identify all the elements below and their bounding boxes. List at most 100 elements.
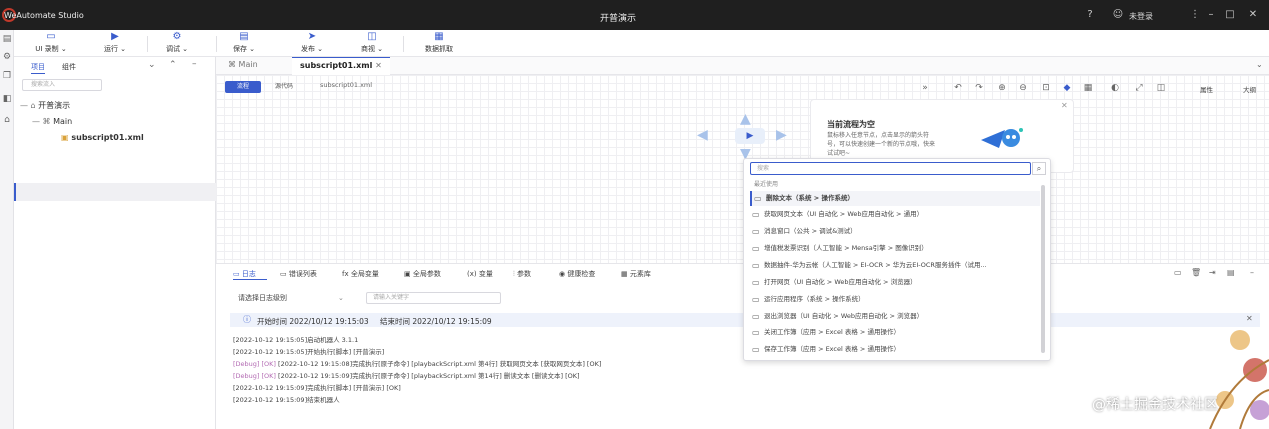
log-text: [2022-10-12 19:15:08]完成执行[原子命令] [playbac… <box>275 360 602 368</box>
log-level-select[interactable]: 请选择日志级别 ⌄ <box>233 291 353 305</box>
data-scrape-label: 数据抓取 <box>425 45 453 53</box>
tree-root-label: 开普演示 <box>38 101 71 110</box>
activity-icon: ▭ <box>752 312 760 321</box>
arrow-up-icon[interactable]: ▲ <box>740 111 751 127</box>
tab-component[interactable]: 组件 <box>62 62 76 72</box>
grid-icon[interactable]: ▦ <box>1082 82 1094 94</box>
start-node[interactable]: ▶ <box>735 128 765 144</box>
minimize-panel-icon[interactable]: – <box>192 59 197 69</box>
activity-item[interactable]: ▭ 运行应用程序（系统 > 操作系统） <box>750 292 1040 307</box>
maximize-icon[interactable]: □ <box>1224 9 1236 21</box>
activity-item[interactable]: ▭ 打开网页（UI 自动化 > Web应用自动化 > 浏览器） <box>750 275 1040 290</box>
activity-label: 获取网页文本（UI 自动化 > Web应用自动化 > 通用） <box>764 210 924 218</box>
tab-main[interactable]: ⌘ Main <box>228 60 258 69</box>
location-icon[interactable]: ◆ <box>1061 82 1073 94</box>
fit-icon[interactable]: ⊡ <box>1040 82 1052 94</box>
user-icon[interactable]: ☺ <box>1112 9 1124 21</box>
view-button[interactable]: ◫ 商视 ⌄ <box>357 30 387 57</box>
outline-tab[interactable]: 大纲 <box>1243 84 1256 94</box>
activity-item[interactable]: ▭ 保存工作簿（应用 > Excel 表格 > 通用操作） <box>750 342 1040 357</box>
collapse-icon[interactable]: — <box>32 117 40 126</box>
tab-params[interactable]: ⫶ 参数 <box>513 269 531 279</box>
project-icon[interactable]: ▤ <box>1 33 13 45</box>
dropdown-scrollbar[interactable] <box>1041 185 1045 353</box>
title-bar: WeAutomate Studio 开普演示 ? ☺ 未登录 ⋮ – □ ✕ <box>0 0 1269 30</box>
tab-global-params-label: 全局参数 <box>412 270 441 278</box>
run-button[interactable]: ▶ 运行 ⌄ <box>100 30 130 57</box>
collapse-icon[interactable]: — <box>20 101 28 110</box>
search-icon[interactable]: ⌕ <box>1032 162 1046 175</box>
activity-item[interactable]: ▭ 消息窗口（公共 > 调试&测试） <box>750 224 1040 239</box>
activity-item[interactable]: ▭ 退出浏览器（UI 自动化 > Web应用自动化 > 浏览器） <box>750 309 1040 324</box>
log-line: [2022-10-12 19:15:05]开始执行[脚本] [开普演示] <box>233 346 384 356</box>
open-folder-icon[interactable]: ▭ <box>1174 268 1182 277</box>
clear-log-icon[interactable]: 🗑 <box>1191 268 1201 277</box>
tab-global-variables[interactable]: fx 全局变量 <box>342 269 379 279</box>
tab-element-library[interactable]: ▦ 元素库 <box>621 269 651 279</box>
log-text: [2022-10-12 19:15:09]完成执行[脚本] [开普演示] [OK… <box>233 384 401 392</box>
redo-icon[interactable]: ↷ <box>973 82 985 94</box>
panel-minimize-icon[interactable]: – <box>1250 268 1254 277</box>
help-icon[interactable]: ? <box>1084 9 1096 21</box>
tree-root[interactable]: — ⌂ 开普演示 <box>20 100 70 111</box>
fullscreen-icon[interactable]: ⤢ <box>1133 82 1145 94</box>
activity-item[interactable]: ▭ 数据抽件-华为云帐（人工智能 > EI-OCR > 华为云EI-OCR服务插件… <box>750 258 1040 273</box>
layout-icon[interactable]: ▤ <box>1227 268 1235 277</box>
login-status[interactable]: 未登录 <box>1129 11 1153 22</box>
tree-file[interactable]: ▣ subscript01.xml <box>61 133 144 142</box>
close-tab-icon[interactable]: ✕ <box>375 61 382 70</box>
activity-icon: ▭ <box>752 278 760 287</box>
activity-item[interactable]: ▭ 增值税发票识别（人工智能 > Mensa引擎 > 图像识别） <box>750 241 1040 256</box>
flow-view-button[interactable]: 流程 <box>225 81 261 93</box>
save-button[interactable]: ▤ 保存 ⌄ <box>229 30 259 57</box>
tab-subscript[interactable]: subscript01.xml ✕ <box>292 57 390 75</box>
activity-item[interactable]: ▭ 删除文本（系统 > 操作系统） <box>750 191 1040 206</box>
toggle-icon[interactable]: ◐ <box>1109 82 1121 94</box>
zoom-out-icon[interactable]: ⊖ <box>1017 82 1029 94</box>
tab-global-params[interactable]: ▣ 全局参数 <box>404 269 441 279</box>
source-view-button[interactable]: 源代码 <box>264 81 304 93</box>
tree-main[interactable]: — ⌘ Main <box>32 117 72 126</box>
log-tag: [Debug] [OK] <box>233 372 276 380</box>
tag-icon[interactable]: ⌂ <box>1 114 13 126</box>
screenshot-icon[interactable]: ◫ <box>1155 82 1167 94</box>
activity-search-input[interactable]: 搜索 <box>750 162 1031 175</box>
tab-health-check[interactable]: ◉ 健康检查 <box>559 269 595 279</box>
tab-params-label: 参数 <box>516 270 531 278</box>
log-level-value: 请选择日志级别 <box>238 294 287 302</box>
properties-tab[interactable]: 属性 <box>1200 84 1213 94</box>
minimize-icon[interactable]: – <box>1205 9 1217 21</box>
log-icon: ▭ <box>233 270 240 278</box>
log-line: [2022-10-12 19:15:05]启动机器人 3.1.1 <box>233 334 358 344</box>
collapse-all-icon[interactable]: ⌄ <box>148 60 156 70</box>
log-filter-input[interactable]: 请输入关键字 <box>366 292 501 304</box>
resize-icon[interactable]: ⇥ <box>1209 268 1216 277</box>
data-scrape-button[interactable]: ▦ 数据抓取 <box>416 30 462 57</box>
tab-variables[interactable]: (x) 变量 <box>467 269 493 279</box>
expand-icon[interactable]: » <box>919 82 931 94</box>
undo-icon[interactable]: ↶ <box>952 82 964 94</box>
expand-all-icon[interactable]: ⌃ <box>169 60 177 70</box>
tab-error-list[interactable]: ▭ 错误列表 <box>280 269 317 279</box>
project-search-input[interactable]: 搜索流入 <box>22 79 102 91</box>
close-icon[interactable]: ✕ <box>1247 9 1259 21</box>
activity-item[interactable]: ▭ 获取网页文本（UI 自动化 > Web应用自动化 > 通用） <box>750 207 1040 222</box>
arrow-right-icon[interactable]: ▶ <box>776 127 787 143</box>
element-icon[interactable]: ◧ <box>1 93 13 105</box>
file-icon[interactable]: ❐ <box>1 70 13 82</box>
tab-project[interactable]: 项目 <box>31 62 45 74</box>
tab-log[interactable]: ▭ 日志 <box>233 269 256 279</box>
publish-button[interactable]: ➤ 发布 ⌄ <box>297 30 327 57</box>
debug-button[interactable]: ⚙ 调试 ⌄ <box>162 30 192 57</box>
ui-record-button[interactable]: ▭ UI 录制 ⌄ <box>31 30 71 57</box>
zoom-in-icon[interactable]: ⊕ <box>996 82 1008 94</box>
start-time: 开始时间 2022/10/12 19:15:03 <box>257 317 369 326</box>
activity-icon: ▭ <box>752 227 760 236</box>
more-menu-icon[interactable]: ⋮ <box>1189 9 1201 21</box>
ui-record-label: UI 录制 <box>35 45 59 53</box>
arrow-left-icon[interactable]: ◀ <box>697 127 708 143</box>
activity-item[interactable]: ▭ 关闭工作簿（应用 > Excel 表格 > 通用操作） <box>750 325 1040 340</box>
tab-overflow-icon[interactable]: ⌄ <box>1256 60 1263 69</box>
close-hint-icon[interactable]: ✕ <box>1061 101 1068 110</box>
component-icon[interactable]: ⚙ <box>1 51 13 63</box>
